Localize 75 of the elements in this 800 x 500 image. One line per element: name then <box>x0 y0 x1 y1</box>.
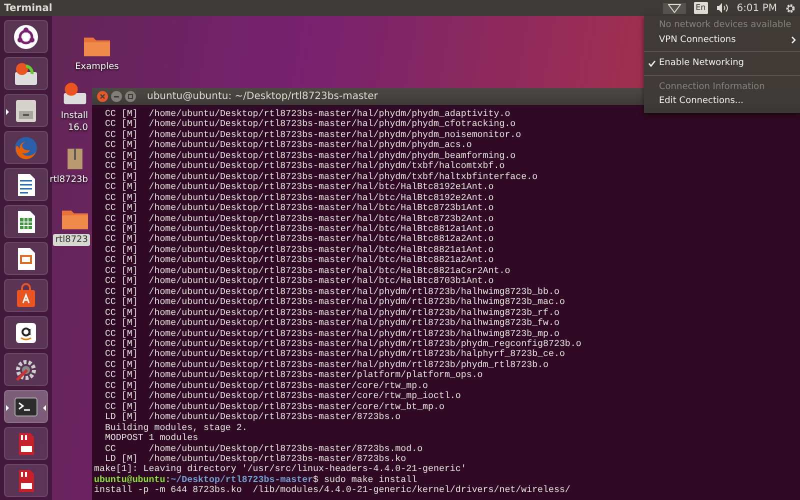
launcher-item[interactable] <box>4 94 48 127</box>
terminal-line: CC [M] /home/ubuntu/Desktop/rtl8723bs-master/hal/phydm/rtl8723b/halhwimg8723b_mp.o <box>104 328 560 339</box>
network-indicator[interactable] <box>662 2 686 14</box>
launcher-item[interactable] <box>4 390 48 423</box>
terminal-line: CC [M] /home/ubuntu/Desktop/rtl8723bs-master/hal/btc/HalBtc8812a1Ant.o <box>104 224 495 234</box>
terminal-line: CC [M] /home/ubuntu/Desktop/rtl8723bs-master/hal/btc/HalBtc8703b1Ant.o <box>104 276 495 287</box>
terminal-line: CC [M] /home/ubuntu/Desktop/rtl8723bs-master/platform/platform_ops.o <box>104 370 484 381</box>
terminal-line: CC [M] /home/ubuntu/Desktop/rtl8723bs-master/hal/phydm/rtl8723b/halhwimg8723b_rf.o <box>104 308 560 318</box>
menu-item[interactable]: Edit Connections... <box>659 96 744 106</box>
terminal-line: install -p -m 644 8723bs.ko /lib/modules/4.4.0-21-generic/kernel/drivers/net/wireless/ <box>94 485 572 496</box>
terminal-line: CC [M] /home/ubuntu/Desktop/rtl8723bs-master/hal/phydm/txbf/haltxbfinterface.o <box>104 172 539 182</box>
desktop-icon-label[interactable]: 16.0 <box>66 122 90 134</box>
terminal-line: CC [M] /home/ubuntu/Desktop/rtl8723bs-master/hal/phydm/phydm_beamforming.o <box>104 150 517 161</box>
settings-icon[interactable] <box>785 2 796 14</box>
desktop-icon-label[interactable]: rtl8723b <box>48 174 90 186</box>
menu-item: No network devices available <box>659 20 792 30</box>
terminal-line: CC [M] /home/ubuntu/Desktop/rtl8723bs-master/core/rtw_bt_mp.o <box>104 402 446 412</box>
terminal-line: CC [M] /home/ubuntu/Desktop/rtl8723bs-master/hal/btc/HalBtc8192e2Ant.o <box>104 192 495 203</box>
launcher-item[interactable] <box>4 205 48 238</box>
launcher-item[interactable] <box>4 242 48 275</box>
desktop-icon-label[interactable]: Install <box>58 110 90 122</box>
terminal-line: CC [M] /home/ubuntu/Desktop/rtl8723bs-master/hal/btc/HalBtc8192e1Ant.o <box>104 182 495 193</box>
terminal-line: CC [M] /home/ubuntu/Desktop/rtl8723bs-master/hal/phydm/rtl8723b/halhwimg8723b_fw.o <box>104 318 560 329</box>
close-button[interactable] <box>97 91 108 102</box>
running-indicator <box>6 109 9 115</box>
terminal-line: CC [M] /home/ubuntu/Desktop/rtl8723bs-master/hal/phydm/phydm_cfotracking.o <box>104 119 517 130</box>
terminal-line: CC [M] /home/ubuntu/Desktop/rtl8723bs-master/hal/btc/HalBtc8723b2Ant.o <box>104 214 495 224</box>
maximize-button[interactable] <box>125 91 136 102</box>
menu-item[interactable]: Enable Networking <box>659 58 744 68</box>
terminal-line: CC [M] /home/ubuntu/Desktop/rtl8723bs-master/core/rtw_mp_ioctl.o <box>104 391 462 402</box>
menu-item: Connection Information <box>659 82 765 92</box>
terminal-line: MODPOST 1 modules <box>104 433 200 444</box>
terminal-line: CC [M] /home/ubuntu/Desktop/rtl8723bs-master/hal/btc/HalBtc8821aCsr2Ant.o <box>104 266 512 276</box>
launcher-item[interactable] <box>4 20 48 53</box>
minimize-button[interactable] <box>111 91 122 102</box>
terminal-line: CC [M] /home/ubuntu/Desktop/rtl8723bs-master/hal/btc/HalBtc8821a1Ant.o <box>104 244 495 255</box>
terminal-line: CC [M] /home/ubuntu/Desktop/rtl8723bs-master/core/rtw_mp.o <box>104 380 430 391</box>
terminal-line: CC [M] /home/ubuntu/Desktop/rtl8723bs-master/hal/phydm/rtl8723b/phydm_regconfig8723b.o <box>104 338 582 349</box>
launcher-item[interactable] <box>4 427 48 460</box>
launcher-item[interactable] <box>4 168 48 201</box>
terminal-line: CC /home/ubuntu/Desktop/rtl8723bs-master/8723bs.mod.o <box>104 444 424 454</box>
window-title: ubuntu@ubuntu: ~/Desktop/rtl8723bs-master <box>147 90 378 104</box>
dash-icon <box>12 22 40 50</box>
terminal-line: CC [M] /home/ubuntu/Desktop/rtl8723bs-master/hal/btc/HalBtc8821a2Ant.o <box>104 255 495 266</box>
terminal-line: CC [M] /home/ubuntu/Desktop/rtl8723bs-master/hal/btc/HalBtc8723b1Ant.o <box>104 203 495 214</box>
clock[interactable]: 6:01 PM <box>736 0 777 16</box>
focus-indicator <box>43 405 46 411</box>
maximize-icon <box>128 94 133 99</box>
terminal-line: CC [M] /home/ubuntu/Desktop/rtl8723bs-master/hal/phydm/rtl8723b/phydm_rtl8723b.o <box>104 360 550 370</box>
desktop-icon-label[interactable]: rtl8723 <box>53 234 90 246</box>
terminal-line: CC [M] /home/ubuntu/Desktop/rtl8723bs-master/hal/phydm/rtl8723b/halhwimg8723b_bb.o <box>104 286 560 297</box>
minimize-icon <box>114 96 119 98</box>
launcher-item[interactable] <box>4 353 48 386</box>
close-icon <box>100 94 105 99</box>
app-title: Terminal <box>4 2 52 16</box>
terminal-line: make[1]: Leaving directory '/usr/src/linux-headers-4.4.0-21-generic' <box>94 464 468 475</box>
launcher-item[interactable] <box>4 316 48 349</box>
terminal-line: CC [M] /home/ubuntu/Desktop/rtl8723bs-master/hal/phydm/rtl8723b/halhwimg8723b_mac.o <box>104 297 566 308</box>
terminal-line: CC [M] /home/ubuntu/Desktop/rtl8723bs-master/hal/phydm/phydm_noisemonitor.o <box>104 130 522 140</box>
desktop-icon-label[interactable]: Examples <box>73 61 121 73</box>
terminal-line: LD [M] /home/ubuntu/Desktop/rtl8723bs-master/8723bs.ko <box>104 454 406 464</box>
terminal-line: LD [M] /home/ubuntu/Desktop/rtl8723bs-master/8723bs.o <box>104 412 402 423</box>
launcher-item[interactable] <box>4 464 48 497</box>
terminal-line: CC [M] /home/ubuntu/Desktop/rtl8723bs-master/hal/phydm/txbf/halcomtxbf.o <box>104 161 506 172</box>
terminal-line: CC [M] /home/ubuntu/Desktop/rtl8723bs-master/hal/phydm/phydm_adaptivity.o <box>104 109 512 119</box>
terminal-line: CC [M] /home/ubuntu/Desktop/rtl8723bs-master/hal/btc/HalBtc8812a2Ant.o <box>104 234 495 245</box>
volume-icon[interactable] <box>716 3 729 13</box>
terminal-line: CC [M] /home/ubuntu/Desktop/rtl8723bs-master/hal/phydm/rtl8723b/halphyrf_8723b_ce.o <box>104 349 566 360</box>
running-indicator <box>6 405 9 411</box>
launcher-item[interactable] <box>4 57 48 90</box>
menu-item[interactable]: VPN Connections <box>659 34 736 45</box>
terminal-line: CC [M] /home/ubuntu/Desktop/rtl8723bs-master/hal/phydm/phydm_acs.o <box>104 140 473 151</box>
prompt-line: ubuntu@ubuntu:~/Desktop/rtl8723bs-master$ sudo make install <box>94 474 418 485</box>
keyboard-indicator[interactable]: En <box>694 2 708 14</box>
terminal-line: Building modules, stage 2. <box>104 422 248 433</box>
